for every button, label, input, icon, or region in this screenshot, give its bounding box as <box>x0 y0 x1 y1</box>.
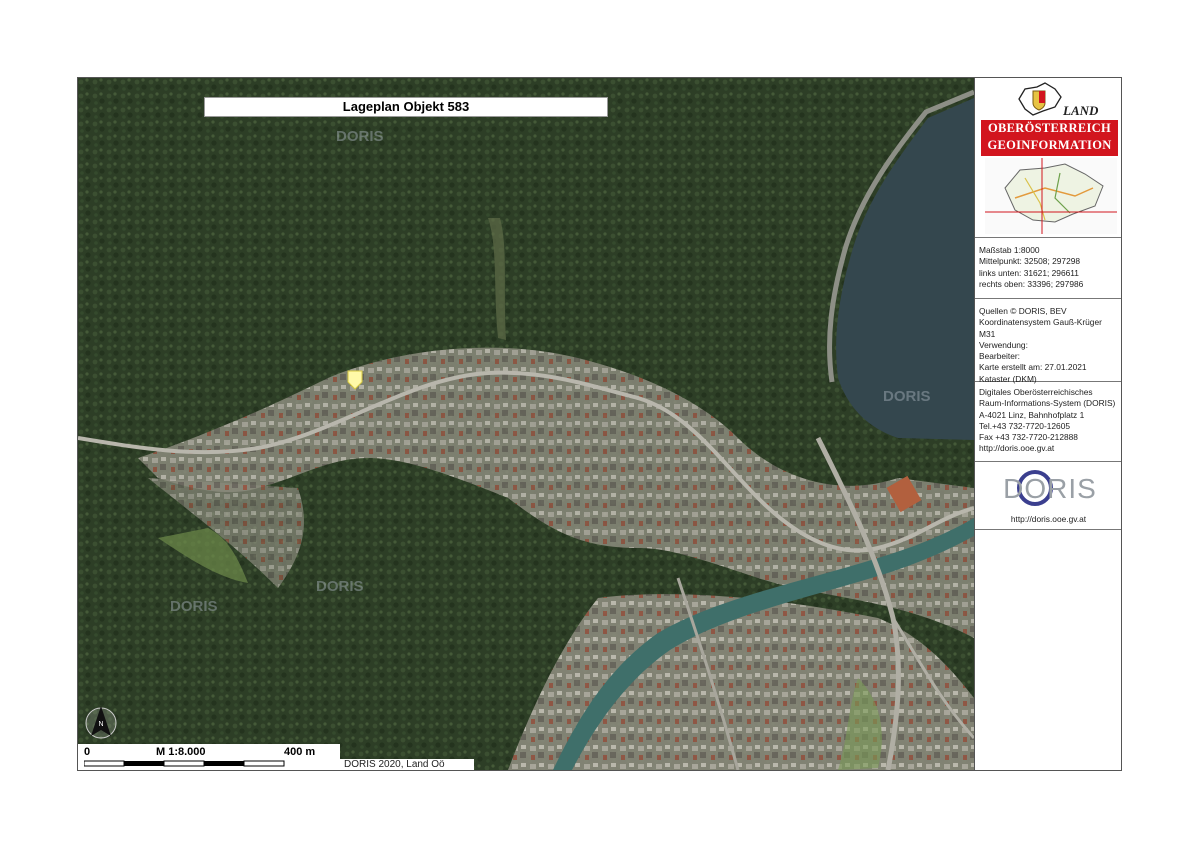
meta-info-line: Bearbeiter: <box>979 351 1020 362</box>
doris-logo-icon: DORIS <box>1003 470 1097 506</box>
doris-logo-section: DORIS http://doris.ooe.gv.at <box>975 462 1121 530</box>
scale-segments <box>84 760 285 767</box>
scale-info-section: Maßstab 1:8000 Mittelpunkt: 32508; 29729… <box>975 238 1121 299</box>
aerial-imagery <box>78 78 974 770</box>
doris-watermark: DORIS <box>883 388 931 405</box>
location-marker-icon[interactable] <box>347 370 363 390</box>
contact-info-line: Tel.+43 732-7720-12605 <box>979 420 1071 431</box>
contact-info-section: Digitales Oberösterreichisches Raum-Info… <box>975 382 1121 462</box>
scale-bar: 0 M 1:8.000 400 m <box>78 744 340 770</box>
scale-info-line: links unten: 31621; 296611 <box>979 267 1079 278</box>
scale-distance: 400 m <box>284 746 316 758</box>
doris-watermark: DORIS <box>336 128 384 145</box>
contact-info-link[interactable]: http://doris.ooe.gv.at <box>979 443 1118 454</box>
logo-band: OBERÖSTERREICH GEOINFORMATION <box>981 120 1118 156</box>
meta-info-line: Verwendung: <box>979 339 1028 350</box>
doris-url-link[interactable]: http://doris.ooe.gv.at <box>975 514 1122 525</box>
doris-watermark: DORIS <box>316 578 364 595</box>
logo-line-2: GEOINFORMATION <box>987 138 1112 152</box>
meta-info-line: Karte erstellt am: 27.01.2021 <box>979 362 1087 373</box>
doris-logo-text: DORIS <box>1003 473 1097 504</box>
north-arrow-icon: N <box>85 706 117 739</box>
info-panel: LAND OBERÖSTERREICH GEOINFORMATION Maßst… <box>974 78 1121 770</box>
scale-info-line: Maßstab 1:8000 <box>979 245 1040 255</box>
meta-info-line: Koordinatensystem Gauß-Krüger M31 <box>979 317 1102 339</box>
map-title: Lageplan Objekt 583 <box>204 97 608 117</box>
upper-austria-map-crest-icon <box>1018 82 1062 116</box>
scale-info-line: rechts oben: 33396; 297986 <box>979 278 1084 289</box>
contact-info-line: A-4021 Linz, Bahnhofplatz 1 <box>979 409 1085 420</box>
overview-map-icon <box>985 158 1117 234</box>
logo-line-1: OBERÖSTERREICH <box>988 121 1111 135</box>
map-credit: DORIS 2020, Land Oö <box>340 759 474 770</box>
contact-info-line: Fax +43 732-7720-212888 <box>979 432 1078 443</box>
meta-info-section: Quellen © DORIS, BEV Koordinatensystem G… <box>975 299 1121 384</box>
contact-info-line: Raum-Informations-System (DORIS) <box>979 398 1116 409</box>
scale-ratio: M 1:8.000 <box>156 746 206 758</box>
north-label: N <box>98 721 103 728</box>
ooe-geoinformation-logo: LAND OBERÖSTERREICH GEOINFORMATION <box>975 78 1121 238</box>
scale-info-line: Mittelpunkt: 32508; 297298 <box>979 256 1081 267</box>
meta-info-line: Quellen © DORIS, BEV <box>979 306 1067 316</box>
contact-info-line: Digitales Oberösterreichisches <box>979 387 1093 397</box>
land-label: LAND <box>1063 103 1099 118</box>
scale-zero: 0 <box>84 746 91 758</box>
aerial-map[interactable]: Lageplan Objekt 583 DORIS DORIS DORIS DO… <box>78 78 974 770</box>
doris-watermark: DORIS <box>170 598 218 615</box>
